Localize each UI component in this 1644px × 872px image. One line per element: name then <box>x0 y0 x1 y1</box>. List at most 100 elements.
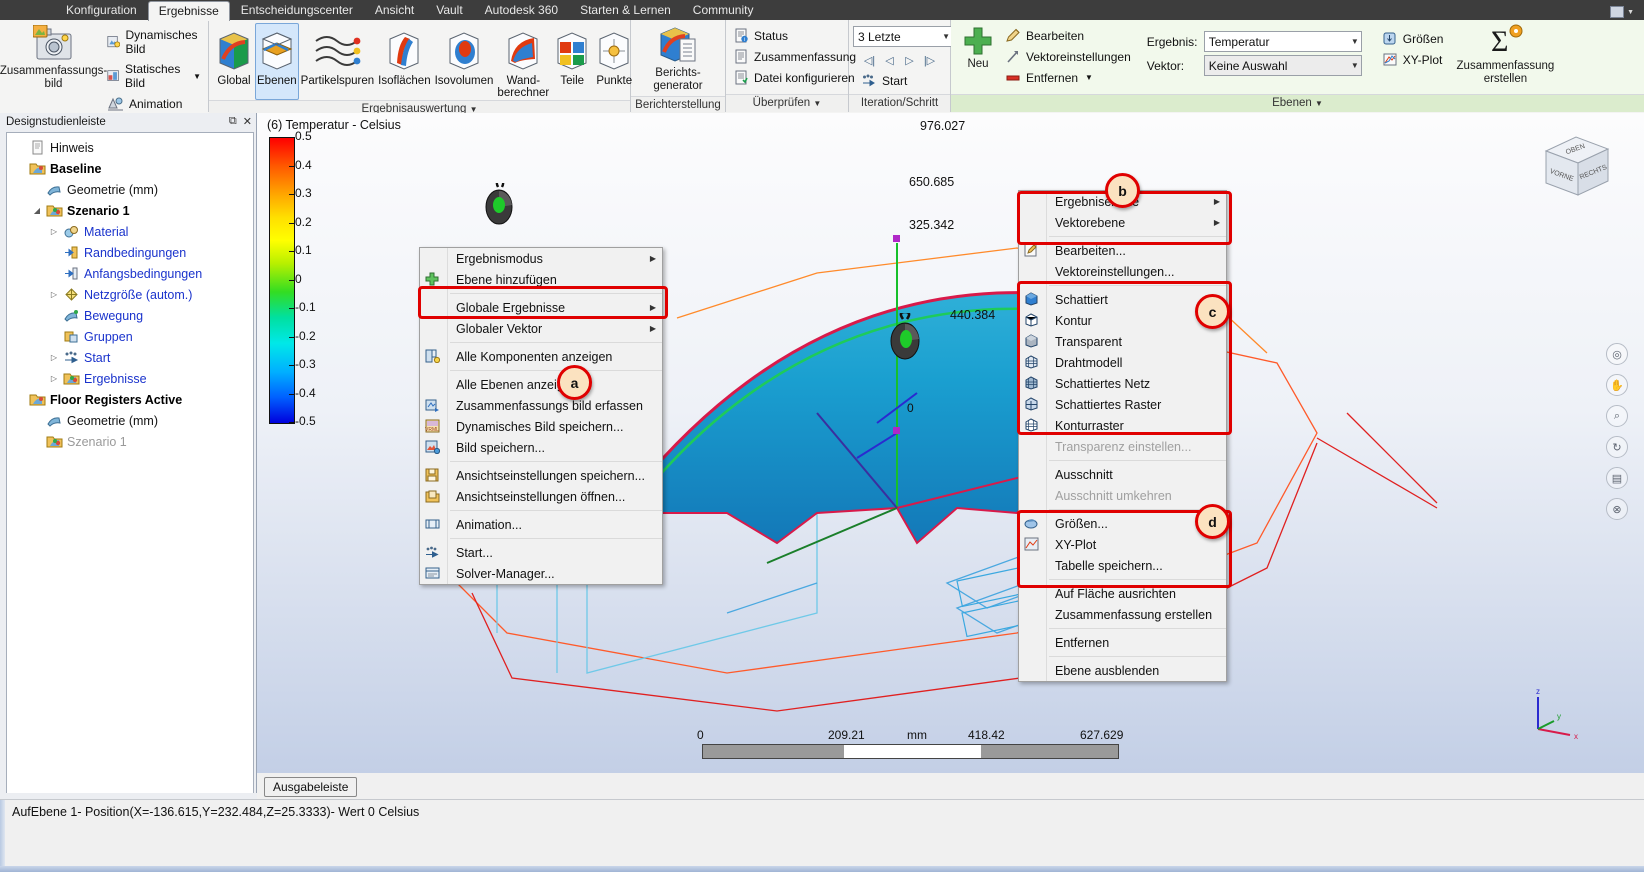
eval-global-button[interactable]: Global <box>213 23 255 100</box>
first-step-button[interactable]: ◁| <box>861 53 878 68</box>
menu-item-zusammenfassung-erstellen[interactable]: Zusammenfassung erstellen <box>1019 604 1226 625</box>
menu-item-bearbeiten[interactable]: Bearbeiten... <box>1019 240 1226 261</box>
new-plane-button[interactable]: Neu <box>955 22 1001 74</box>
menu-item-ansichtseinstellungen-öffnen[interactable]: Ansichtseinstellungen öffnen... <box>420 486 662 507</box>
vector-settings-button[interactable]: Vektoreinstellungen <box>1001 46 1135 67</box>
tab-starten-lernen[interactable]: Starten & Lernen <box>569 1 682 20</box>
summary-button[interactable]: Zusammenfassung <box>730 46 860 67</box>
chevron-down-icon[interactable]: ▼ <box>1083 73 1093 82</box>
menu-item-vektorebene[interactable]: Vektorebene▶ <box>1019 212 1226 233</box>
tab-community[interactable]: Community <box>682 1 765 20</box>
menu-item-bild-speichern[interactable]: Bild speichern... <box>420 437 662 458</box>
tree-item-start[interactable]: ▷Start <box>7 347 253 368</box>
edit-plane-button[interactable]: Bearbeiten <box>1001 25 1135 46</box>
menu-item-ebene-hinzufügen[interactable]: Ebene hinzufügen <box>420 269 662 290</box>
menu-item-globaler-vektor[interactable]: Globaler Vektor▶ <box>420 318 662 339</box>
output-bar-button[interactable]: Ausgabeleiste <box>264 777 357 797</box>
fit-icon[interactable]: ⊗ <box>1606 498 1628 520</box>
context-menu-right-items[interactable]: Ergebnisebene▶Vektorebene▶Bearbeiten...V… <box>1019 191 1226 681</box>
dynamic-image-button[interactable]: Dynamisches Bild <box>103 25 205 59</box>
tab-konfiguration[interactable]: Konfiguration <box>55 1 148 20</box>
create-summary-button[interactable]: Σ Zusammenfassung erstellen <box>1447 22 1563 89</box>
menu-item-ansichtseinstellungen-speichern[interactable]: Ansichtseinstellungen speichern... <box>420 465 662 486</box>
menu-item-alle-ebenen-anzeigen[interactable]: Alle Ebenen anzeigen <box>420 374 662 395</box>
tab-entscheidungscenter[interactable]: Entscheidungscenter <box>230 1 364 20</box>
view-navigation-toolbar[interactable]: ◎ ✋ ⌕ ↻ ▤ ⊗ <box>1606 343 1628 520</box>
menu-item-transparent[interactable]: Transparent <box>1019 331 1226 352</box>
tab-autodesk-360[interactable]: Autodesk 360 <box>474 1 569 20</box>
expand-arrow-icon[interactable]: ▷ <box>47 227 61 236</box>
ribbon-minimize-dropdown[interactable]: ▼ <box>1600 4 1644 20</box>
tree-item-baseline[interactable]: Baseline <box>7 158 253 179</box>
look-icon[interactable]: ▤ <box>1606 467 1628 489</box>
report-generator-button[interactable]: Berichts- generator <box>635 22 721 96</box>
eval-wandberechner-button[interactable]: Wand-berechner <box>495 23 551 100</box>
menu-item-schattiertes-netz[interactable]: Schattiertes Netz <box>1019 373 1226 394</box>
tree-item-geometrie-mm[interactable]: Geometrie (mm) <box>7 179 253 200</box>
result-select[interactable]: Temperatur ▼ <box>1204 31 1362 52</box>
menu-item-tabelle-speichern[interactable]: Tabelle speichern... <box>1019 555 1226 576</box>
collapse-arrow-icon[interactable]: ◢ <box>30 206 44 215</box>
tree-item-hinweis[interactable]: Hinweis <box>7 137 253 158</box>
eval-partikelspuren-button[interactable]: Partikelspuren <box>299 23 377 100</box>
tree-item-material[interactable]: ▷Material <box>7 221 253 242</box>
tab-vault[interactable]: Vault <box>425 1 473 20</box>
expand-arrow-icon[interactable]: ▷ <box>47 374 61 383</box>
tree-item-netzgr-e-autom[interactable]: ▷Netzgröße (autom.) <box>7 284 253 305</box>
tree-item-bewegung[interactable]: Bewegung <box>7 305 253 326</box>
tab-ansicht[interactable]: Ansicht <box>364 1 425 20</box>
static-image-button[interactable]: Statisches Bild ▼ <box>103 59 205 93</box>
pan-hand-icon[interactable]: ✋ <box>1606 374 1628 396</box>
menu-item-schattiertes-raster[interactable]: Schattiertes Raster <box>1019 394 1226 415</box>
status-button[interactable]: i Status <box>730 25 860 46</box>
animation-button[interactable]: Animation <box>103 93 205 115</box>
menu-item-ebene-ausblenden[interactable]: Ebene ausblenden <box>1019 660 1226 681</box>
tree-item-geometrie-mm[interactable]: Geometrie (mm) <box>7 410 253 431</box>
prev-step-button[interactable]: ◁ <box>881 53 898 68</box>
vector-select[interactable]: Keine Auswahl ▼ <box>1204 55 1362 76</box>
context-menu-left-items[interactable]: Ergebnismodus▶Ebene hinzufügenGlobale Er… <box>420 248 662 584</box>
tab-ergebnisse[interactable]: Ergebnisse <box>148 1 230 21</box>
next-step-button[interactable]: ▷ <box>901 53 918 68</box>
last-step-button[interactable]: |▷ <box>921 53 938 68</box>
tree-item-szenario-1[interactable]: ◢Szenario 1 <box>7 200 253 221</box>
expand-arrow-icon[interactable]: ▷ <box>47 353 61 362</box>
iteration-start-button[interactable]: Start <box>853 71 946 91</box>
zoom-icon[interactable]: ⌕ <box>1606 405 1628 427</box>
view-cube[interactable]: OBEN VORNE RECHTS <box>1528 129 1618 204</box>
tree-item-randbedingungen[interactable]: Randbedingungen <box>7 242 253 263</box>
xy-plot-button[interactable]: XY-Plot <box>1378 49 1448 70</box>
design-study-tree[interactable]: HinweisBaselineGeometrie (mm)◢Szenario 1… <box>6 132 254 795</box>
eval-isovolumen-button[interactable]: Isovolumen <box>433 23 496 100</box>
close-icon[interactable]: ✕ <box>243 115 252 128</box>
tree-item-szenario-1[interactable]: Szenario 1 <box>7 431 253 452</box>
summary-image-button[interactable]: Zusammenfassungs- bild <box>4 22 103 94</box>
tree-item-ergebnisse[interactable]: ▷Ergebnisse <box>7 368 253 389</box>
group-ebenen-title[interactable]: Ebenen ▼ <box>951 94 1644 112</box>
sizes-button[interactable]: Größen <box>1378 28 1448 49</box>
orbit-icon[interactable]: ↻ <box>1606 436 1628 458</box>
menu-item-animation[interactable]: Animation... <box>420 514 662 535</box>
iteration-select[interactable]: 3 Letzte ▼ <box>853 26 953 47</box>
menu-item-ergebnismodus[interactable]: Ergebnismodus▶ <box>420 248 662 269</box>
eval-isoflaechen-button[interactable]: Isoflächen <box>376 23 432 100</box>
menu-item-dynamisches-bild-speichern[interactable]: VRMLDynamisches Bild speichern... <box>420 416 662 437</box>
menu-item-start[interactable]: Start... <box>420 542 662 563</box>
context-menu-left[interactable]: Ergebnismodus▶Ebene hinzufügenGlobale Er… <box>419 247 663 585</box>
eval-ebenen-button[interactable]: Ebenen <box>255 23 299 100</box>
remove-plane-button[interactable]: Entfernen ▼ <box>1001 67 1135 88</box>
undock-icon[interactable]: ⧉ <box>229 115 237 128</box>
menu-item-drahtmodell[interactable]: Drahtmodell <box>1019 352 1226 373</box>
menu-item-alle-komponenten-anzeigen[interactable]: Alle Komponenten anzeigen <box>420 346 662 367</box>
menu-item-solver-manager[interactable]: Solver-Manager... <box>420 563 662 584</box>
menu-item-vektoreinstellungen[interactable]: Vektoreinstellungen... <box>1019 261 1226 282</box>
chevron-down-icon[interactable]: ▼ <box>190 72 201 81</box>
menu-item-auf-fläche-ausrichten[interactable]: Auf Fläche ausrichten <box>1019 583 1226 604</box>
3d-viewport[interactable]: (6) Temperatur - Celsius 0.50.40.30.20.1… <box>257 113 1644 773</box>
menu-item-xy-plot[interactable]: XY-Plot <box>1019 534 1226 555</box>
menu-item-ausschnitt[interactable]: Ausschnitt <box>1019 464 1226 485</box>
group-ueberpruefen-title[interactable]: Überprüfen ▼ <box>726 94 848 112</box>
context-menu-right[interactable]: Ergebnisebene▶Vektorebene▶Bearbeiten...V… <box>1018 190 1227 682</box>
tree-item-floor-registers-active[interactable]: Floor Registers Active <box>7 389 253 410</box>
expand-arrow-icon[interactable]: ▷ <box>47 290 61 299</box>
